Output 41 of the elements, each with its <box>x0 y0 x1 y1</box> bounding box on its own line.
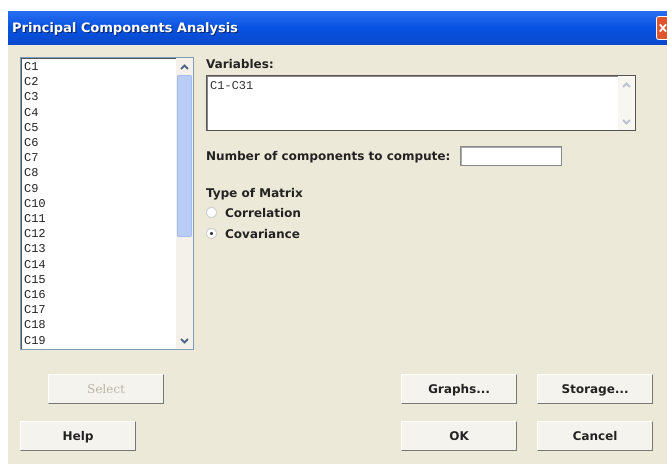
list-item[interactable]: C12 <box>24 227 176 242</box>
list-item[interactable]: C14 <box>24 258 176 273</box>
dialog-button[interactable]: Help <box>20 421 136 451</box>
variables-label: Variables: <box>206 57 275 71</box>
list-item[interactable]: C17 <box>24 303 176 318</box>
column-list[interactable]: C1 C2 C3 C4 C5 C6 C7 C8 C9 C10 C11 C12 C13 C14 C15 C16 C17 C18 C19 <box>20 57 194 350</box>
list-item[interactable]: C9 <box>24 182 176 197</box>
list-item[interactable]: C6 <box>24 136 176 152</box>
matrix-type-label: Type of Matrix <box>206 186 304 200</box>
dialog-button[interactable]: Storage... <box>537 374 653 404</box>
list-item[interactable]: C7 <box>24 151 176 166</box>
radio-label: Correlation <box>225 206 301 220</box>
scroll-thumb[interactable] <box>177 75 192 237</box>
list-item[interactable]: C16 <box>24 288 176 304</box>
variables-field[interactable]: C1-C31 <box>206 75 636 131</box>
list-item[interactable]: C11 <box>24 212 176 228</box>
radio-button[interactable] <box>206 228 217 239</box>
dialog-button[interactable]: Graphs... <box>401 374 517 404</box>
window-title: Principal Components Analysis <box>11 20 238 36</box>
list-item[interactable]: C10 <box>24 196 176 212</box>
list-item[interactable]: C8 <box>24 166 176 182</box>
scroll-up-icon[interactable] <box>180 64 189 70</box>
scrollbar[interactable] <box>176 58 193 349</box>
close-icon <box>658 22 667 34</box>
list-item[interactable]: C15 <box>24 272 176 288</box>
list-item[interactable]: C13 <box>24 242 176 258</box>
list-item[interactable]: C5 <box>24 120 176 136</box>
close-button[interactable] <box>656 16 667 40</box>
dialog-button[interactable]: OK <box>401 421 517 451</box>
input-field[interactable] <box>460 146 562 166</box>
dialog-button[interactable]: Cancel <box>537 421 653 451</box>
list-item[interactable]: C18 <box>24 318 176 334</box>
list-item[interactable]: C19 <box>24 334 176 349</box>
components-label: Number of components to compute: <box>206 149 450 163</box>
scroll-down-icon[interactable] <box>180 338 189 344</box>
radio-button[interactable] <box>206 207 217 218</box>
list-item[interactable]: C1 <box>24 60 176 76</box>
list-item[interactable]: C2 <box>24 75 176 90</box>
list-item[interactable]: C4 <box>24 106 176 121</box>
radio-label: Covariance <box>225 226 300 240</box>
list-item[interactable]: C3 <box>24 90 176 106</box>
